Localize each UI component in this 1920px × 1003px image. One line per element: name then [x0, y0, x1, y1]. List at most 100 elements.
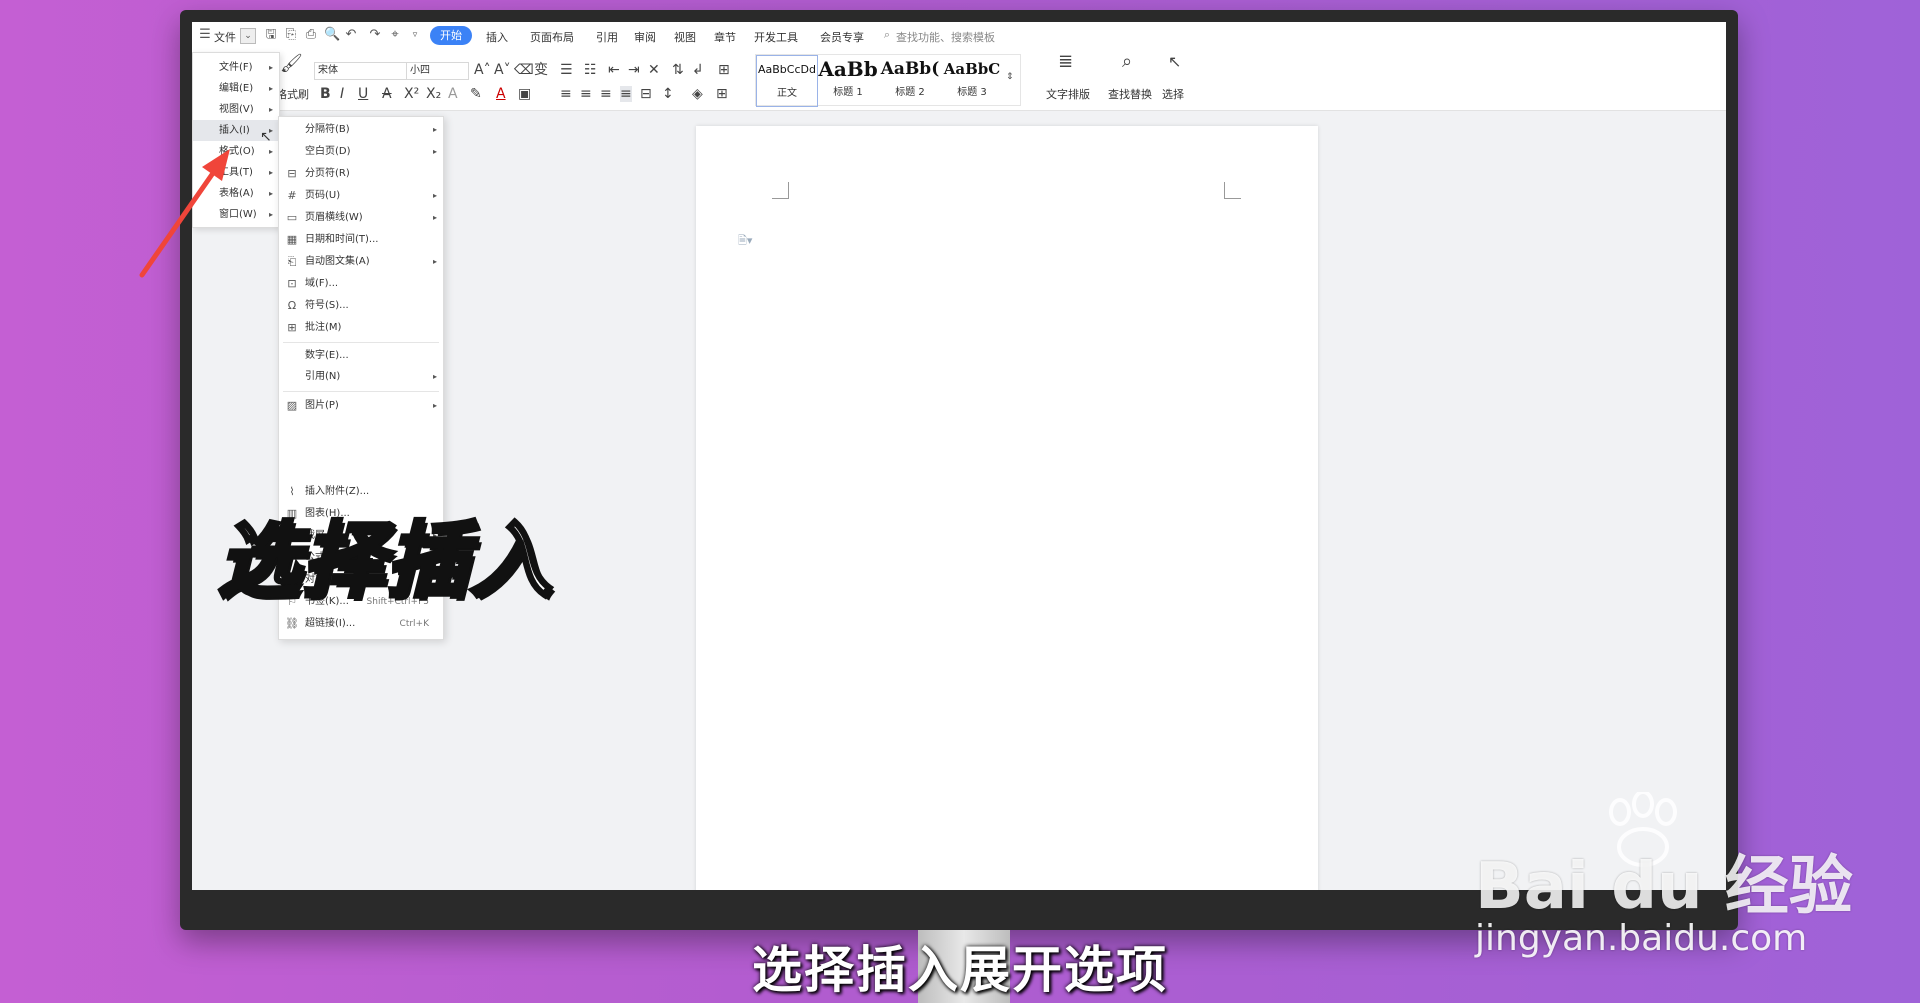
style-normal-label: 正文: [777, 88, 797, 99]
insert-item-field[interactable]: ⊡ 域(F)...: [279, 273, 443, 295]
shading-icon[interactable]: ◈: [692, 86, 703, 102]
style-normal[interactable]: AaBbCcDd 正文: [756, 55, 818, 107]
title-bar: ☰ 文件 ⌄ 🖫 ⎘ ⎙ 🔍 ↶ ↷ ⌖ ▿ 开始 插入 页面布局 引用 审阅 …: [192, 22, 1726, 51]
redo-icon[interactable]: ↷: [368, 28, 382, 42]
picture-icon: ▨: [286, 399, 298, 412]
tab-home[interactable]: 开始: [430, 26, 472, 45]
chevron-down-icon[interactable]: ⌄: [240, 28, 256, 44]
style-gallery-expand-icon[interactable]: ⇕: [1006, 69, 1014, 85]
chevron-right-icon: ▸: [432, 401, 437, 410]
document-page[interactable]: 🗎▾: [696, 126, 1318, 890]
bullet-list-icon[interactable]: ☰: [560, 62, 573, 78]
file-menu-button[interactable]: 文件: [214, 29, 236, 45]
format-painter-label[interactable]: 格式刷: [276, 86, 309, 102]
tab-developer[interactable]: 开发工具: [754, 29, 798, 45]
insert-item-date-time[interactable]: ▦ 日期和时间(T)...: [279, 229, 443, 251]
insert-item-hyperlink[interactable]: ⛓ 超链接(I)... Ctrl+K: [279, 613, 443, 635]
phonetic-icon[interactable]: 变: [534, 62, 548, 78]
increase-indent-icon[interactable]: ⇥: [628, 62, 640, 78]
page-break-icon: ⊟: [287, 167, 297, 180]
format-icon[interactable]: ⌖: [388, 28, 402, 42]
menu-item-view[interactable]: 视图(V) ▸: [193, 99, 279, 120]
insert-item-picture[interactable]: ▨ 图片(P) ▸: [279, 395, 443, 417]
chevron-right-icon: ▸: [432, 257, 437, 266]
align-center-icon[interactable]: ≡: [580, 86, 592, 102]
insert-item-comment[interactable]: ⊞ 批注(M): [279, 317, 443, 339]
sort-icon[interactable]: ⇅: [672, 62, 684, 78]
insert-item-label: 图片(P): [305, 400, 339, 411]
undo-icon[interactable]: ↶: [344, 28, 358, 42]
text-layout-button[interactable]: 文字排版: [1046, 86, 1090, 102]
print-preview-icon[interactable]: 🔍: [324, 28, 340, 42]
menu-item-file[interactable]: 文件(F) ▸: [193, 57, 279, 78]
font-name-select[interactable]: 宋体: [314, 62, 407, 80]
text-layout-icon[interactable]: ≣: [1058, 53, 1073, 71]
more-icon[interactable]: ▿: [408, 28, 422, 42]
insert-item-header-line[interactable]: ▭ 页眉横线(W) ▸: [279, 207, 443, 229]
menu-item-edit[interactable]: 编辑(E) ▸: [193, 78, 279, 99]
insert-item-reference[interactable]: 引用(N) ▸: [279, 366, 443, 388]
justify-icon[interactable]: ≡: [620, 86, 632, 102]
highlight-icon[interactable]: ✎: [470, 86, 482, 102]
font-color-icon[interactable]: A: [496, 86, 506, 102]
hamburger-menu-icon[interactable]: ☰: [198, 28, 212, 42]
insert-item-page-number[interactable]: # 页码(U) ▸: [279, 185, 443, 207]
select-button[interactable]: 选择: [1162, 86, 1184, 102]
borders-icon[interactable]: ⊞: [716, 86, 728, 102]
clear-format-icon[interactable]: ⌫: [514, 62, 534, 78]
tab-review[interactable]: 审阅: [634, 29, 656, 45]
subscript-icon[interactable]: X₂: [426, 86, 441, 102]
print-icon[interactable]: ⎙: [304, 28, 318, 42]
insert-item-label: 超链接(I)...: [305, 618, 356, 629]
chinese-layout-icon[interactable]: ✕: [648, 62, 660, 78]
tab-view[interactable]: 视图: [674, 29, 696, 45]
paste-options-icon[interactable]: 🗎▾: [738, 232, 752, 251]
format-painter-icon[interactable]: 🖌: [280, 55, 303, 73]
line-spacing-icon[interactable]: ↕: [662, 86, 674, 102]
insert-item-autotext[interactable]: ⎗ 自动图文集(A) ▸: [279, 251, 443, 273]
style-heading-1[interactable]: AaBb 标题 1: [818, 55, 878, 105]
align-left-icon[interactable]: ≡: [560, 86, 572, 102]
align-right-icon[interactable]: ≡: [600, 86, 612, 102]
numbered-list-icon[interactable]: ☷: [584, 62, 597, 78]
tab-references[interactable]: 引用: [596, 29, 618, 45]
save-icon[interactable]: 🖫: [264, 28, 278, 42]
tab-insert[interactable]: 插入: [486, 29, 508, 45]
tab-page-layout[interactable]: 页面布局: [530, 29, 574, 45]
insert-item-number[interactable]: 数字(E)...: [279, 345, 443, 367]
insert-item-separator[interactable]: 分隔符(B) ▸: [279, 119, 443, 141]
show-marks-icon[interactable]: ↲: [692, 62, 704, 78]
style-heading-2[interactable]: AaBb( 标题 2: [880, 55, 940, 105]
chevron-right-icon: ▸: [268, 168, 273, 177]
text-effect-icon[interactable]: A: [448, 86, 458, 102]
tab-chapter[interactable]: 章节: [714, 29, 736, 45]
underline-icon[interactable]: U: [358, 86, 368, 102]
grow-font-icon[interactable]: A˄: [474, 62, 491, 78]
field-icon: ⊡: [287, 277, 297, 290]
decrease-indent-icon[interactable]: ⇤: [608, 62, 620, 78]
export-icon[interactable]: ⎘: [284, 28, 298, 42]
char-border-icon[interactable]: ▣: [518, 86, 531, 102]
function-search[interactable]: 查找功能、搜索模板: [896, 29, 995, 45]
insert-item-symbol[interactable]: Ω 符号(S)...: [279, 295, 443, 317]
menu-item-label: 编辑(E): [219, 83, 254, 94]
font-size-select[interactable]: 小四: [406, 62, 469, 80]
table-tools-icon[interactable]: ⊞: [718, 62, 730, 78]
find-replace-icon[interactable]: ⌕: [1122, 53, 1132, 71]
chevron-right-icon: ▸: [432, 372, 437, 381]
italic-icon[interactable]: I: [340, 86, 344, 102]
tab-member[interactable]: 会员专享: [820, 29, 864, 45]
cursor-icon[interactable]: ↖: [1168, 54, 1181, 70]
superscript-icon[interactable]: X²: [404, 86, 419, 102]
shrink-font-icon[interactable]: A˅: [494, 62, 511, 78]
page-number-icon: #: [287, 189, 297, 202]
insert-item-blank-page[interactable]: 空白页(D) ▸: [279, 141, 443, 163]
bold-icon[interactable]: B: [320, 86, 331, 102]
watermark-url: jingyan.baidu.com: [1475, 918, 1808, 959]
style-heading-3[interactable]: AaBbC 标题 3: [942, 55, 1002, 105]
strikethrough-icon[interactable]: A: [382, 86, 392, 102]
find-replace-button[interactable]: 查找替换: [1108, 86, 1152, 102]
distribute-icon[interactable]: ⊟: [640, 86, 652, 102]
insert-item-page-break[interactable]: ⊟ 分页符(R): [279, 163, 443, 185]
insert-item-label: 域(F)...: [305, 278, 339, 289]
